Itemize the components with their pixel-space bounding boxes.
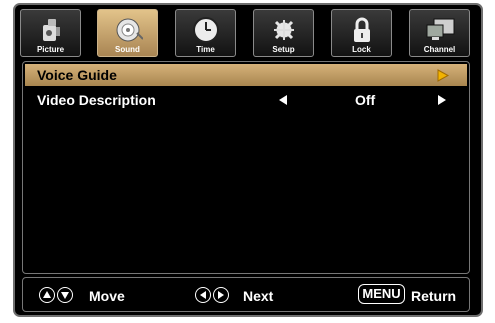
left-button-icon bbox=[195, 287, 211, 303]
tab-lock[interactable]: Lock bbox=[331, 9, 392, 57]
help-footer: Move Next MENU Return bbox=[22, 277, 470, 312]
right-button-icon bbox=[213, 287, 229, 303]
lock-icon bbox=[353, 17, 370, 42]
channel-icon bbox=[426, 18, 454, 40]
move-hint: Move bbox=[89, 288, 125, 304]
menu-item-label: Voice Guide bbox=[37, 67, 117, 83]
picture-icon bbox=[42, 19, 60, 41]
down-button-icon bbox=[57, 287, 73, 303]
tab-label: Sound bbox=[115, 45, 140, 54]
next-hint: Next bbox=[243, 288, 274, 304]
tab-picture[interactable]: Picture bbox=[20, 9, 81, 57]
clock-icon bbox=[192, 17, 219, 43]
left-arrow-icon[interactable] bbox=[277, 94, 289, 106]
menu-item-voice-guide[interactable]: Voice Guide bbox=[25, 64, 467, 86]
sound-menu-list: Voice Guide Video Description Off bbox=[22, 61, 470, 274]
menu-item-video-description[interactable]: Video Description Off bbox=[25, 89, 467, 111]
menu-key-icon: MENU bbox=[358, 284, 405, 304]
menu-item-value: Off bbox=[355, 92, 376, 108]
tab-label: Time bbox=[196, 45, 215, 54]
tab-setup[interactable]: Setup bbox=[253, 9, 314, 57]
right-arrow-icon[interactable] bbox=[436, 69, 450, 82]
return-hint: Return bbox=[411, 288, 457, 304]
tab-label: Lock bbox=[352, 45, 371, 54]
tab-label: Picture bbox=[36, 45, 65, 54]
sound-icon bbox=[116, 18, 143, 42]
up-button-icon bbox=[39, 287, 55, 303]
menu-tab-bar: Picture Sound Time Setup Lock Channel bbox=[20, 9, 478, 57]
setup-icon bbox=[273, 20, 294, 40]
tab-sound[interactable]: Sound bbox=[97, 9, 158, 57]
tab-channel[interactable]: Channel bbox=[409, 9, 470, 57]
tab-time[interactable]: Time bbox=[175, 9, 236, 57]
right-arrow-icon[interactable] bbox=[436, 94, 448, 106]
tab-label: Channel bbox=[423, 45, 456, 54]
menu-item-label: Video Description bbox=[37, 92, 156, 108]
tab-label: Setup bbox=[272, 45, 295, 54]
